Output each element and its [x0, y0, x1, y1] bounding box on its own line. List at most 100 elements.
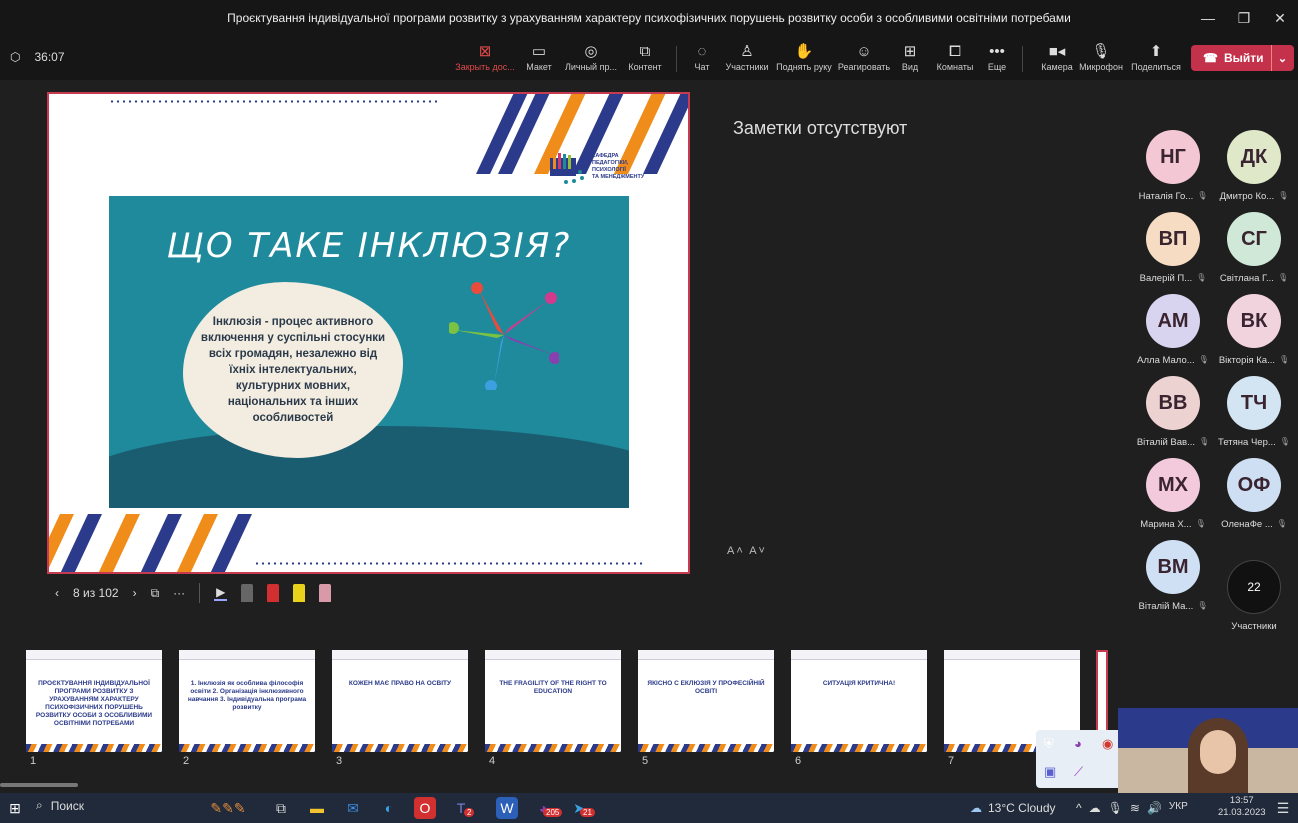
notifications-icon[interactable]: ☰ [1272, 797, 1294, 819]
share-icon: ⬆ [1149, 43, 1163, 60]
laser-pointer-icon[interactable] [241, 584, 254, 602]
smile-icon: ☺ [856, 42, 872, 60]
avatar: ВК [1227, 294, 1281, 348]
participant-tile[interactable]: ВВ Віталій Вав... 🎙 [1133, 376, 1213, 448]
minimize-button[interactable]: — [1190, 0, 1226, 36]
participant-tile[interactable]: ДК Дмитро Ко... 🎙 [1214, 130, 1294, 202]
participant-name: Тетяна Чер... [1218, 437, 1276, 448]
content-button[interactable]: ⧉ Контент [624, 40, 666, 78]
thumbnail-number: 6 [795, 755, 802, 767]
tray-popup: ⛨ ◕ ◉ ▣ ⟋ [1036, 730, 1124, 788]
rooms-button[interactable]: ⧠ Комнаты [934, 40, 976, 78]
view-button[interactable]: ⊞ Вид [897, 40, 923, 78]
layout-icon: ▭ [531, 43, 547, 60]
participants-more[interactable]: 22 Участники [1214, 560, 1294, 632]
language-indicator[interactable]: УКР [1169, 801, 1188, 815]
more-button[interactable]: ••• Еще [983, 40, 1011, 78]
mic-button[interactable]: 🎙 Микрофон [1076, 40, 1126, 78]
layout-button[interactable]: ▭ Макет [519, 40, 559, 78]
word-icon[interactable]: W [496, 797, 518, 819]
thumbnail-header [26, 650, 162, 660]
participants-more-label: Участники [1231, 621, 1277, 632]
participant-tile[interactable]: НГ Наталія Го... 🎙 [1133, 130, 1213, 202]
participant-tile[interactable]: МХ Марина Х... 🎙 [1133, 458, 1213, 530]
pen-tray-icon[interactable]: ⟋ [1074, 764, 1083, 780]
thumbnail-header [332, 650, 468, 660]
react-button[interactable]: ☺ Реагировать [836, 40, 892, 78]
wifi-icon[interactable]: ≋ [1130, 801, 1140, 815]
chat-button[interactable]: ◌ Чат [690, 40, 714, 78]
thumbnail-footer [332, 744, 468, 752]
participant-tile[interactable]: АМ Алла Мало... 🎙 [1133, 294, 1213, 366]
maximize-button[interactable]: ❐ [1226, 0, 1262, 36]
participant-tile[interactable]: ОФ ОленаФе ... 🎙 [1214, 458, 1294, 530]
prev-slide-icon[interactable]: ‹ [55, 586, 59, 600]
next-slide-icon[interactable]: › [133, 586, 137, 600]
chrome-tray-icon[interactable]: ◉ [1102, 736, 1113, 752]
participant-tile[interactable]: ВК Вікторія Ка... 🎙 [1214, 294, 1294, 366]
thumbnails-scrollbar[interactable] [0, 783, 78, 787]
task-view-icon[interactable]: ⧉ [270, 797, 292, 819]
content-icon: ⧉ [639, 42, 651, 60]
slide-thumbnail[interactable]: THE FRAGILITY OF THE RIGHT TO EDUCATION [485, 650, 621, 752]
camera-button[interactable]: ■◂ Камера [1041, 40, 1073, 78]
chevron-down-icon[interactable]: ⌄ [1271, 45, 1293, 71]
pointer-tool-icon[interactable]: ▶ [214, 585, 228, 601]
participant-name-row: Віталій Ма... 🎙 [1139, 601, 1208, 612]
red-pen-icon[interactable] [267, 584, 280, 602]
participant-name: ОленаФе ... [1221, 519, 1273, 530]
participant-tile[interactable]: ВП Валерій П... 🎙 [1133, 212, 1213, 284]
more-options-icon[interactable]: ··· [173, 586, 185, 600]
avatar: ВВ [1146, 376, 1200, 430]
taskbar-search[interactable]: ⌕ Поиск [36, 798, 84, 813]
leave-button[interactable]: ☎ Выйти ⌄ [1191, 45, 1294, 71]
slides-grid-icon[interactable]: ⧉ [151, 586, 160, 601]
participant-tile[interactable]: ВМ Віталій Ма... 🎙 [1133, 540, 1213, 612]
windows-start-icon[interactable]: ⊞ [4, 797, 26, 819]
opera-icon[interactable]: O [414, 797, 436, 819]
leave-main[interactable]: ☎ Выйти [1191, 51, 1271, 65]
stop-sharing-button[interactable]: ⊠ Закрыть дос... [452, 40, 518, 78]
avatar: МХ [1146, 458, 1200, 512]
definition-box: Інклюзія - процес активного включення у … [183, 282, 403, 458]
personal-button[interactable]: ◎ Личный пр... [560, 40, 622, 78]
toolbar-divider [1022, 46, 1023, 72]
edge-icon[interactable]: ◐ [378, 797, 400, 819]
slide-thumbnail[interactable]: 1. Інклюзія як особлива філософія освіти… [179, 650, 315, 752]
teams-tray-icon[interactable]: ▣ [1044, 764, 1056, 780]
volume-icon[interactable]: 🔊 [1147, 801, 1162, 815]
speaker-notes: Заметки отсутствуют [733, 118, 908, 138]
raise-hand-button[interactable]: ✋ Поднять руку [774, 40, 834, 78]
participant-tile[interactable]: ТЧ Тетяна Чер... 🎙 [1214, 376, 1294, 448]
shield-icon: ⬡ [10, 50, 21, 64]
participant-name: Дмитро Ко... [1219, 191, 1275, 202]
slide-thumbnail[interactable]: КОЖЕН МАЄ ПРАВО НА ОСВІТУ [332, 650, 468, 752]
slide-thumbnail[interactable]: ПРОЄКТУВАННЯ ІНДИВІДУАЛЬНОЇ ПРОГРАМИ РОЗ… [26, 650, 162, 752]
file-explorer-icon[interactable]: ▬ [306, 797, 328, 819]
clock[interactable]: 13:57 21.03.2023 [1218, 795, 1266, 819]
security-icon[interactable]: ⛨ [1044, 736, 1054, 752]
mic-tray-icon[interactable]: 🎙 [1108, 801, 1123, 815]
crayons-widget-icon[interactable]: ✎✎✎ [200, 797, 256, 819]
eraser-icon[interactable] [319, 584, 332, 602]
participants-button[interactable]: ♙ Участники [724, 40, 770, 78]
share-button[interactable]: ⬆ Поделиться [1131, 40, 1181, 78]
slide-thumbnail[interactable]: СИТУАЦІЯ КРИТИЧНА! [791, 650, 927, 752]
toolbar-divider [676, 46, 677, 72]
participant-tile[interactable]: СГ Світлана Г... 🎙 [1214, 212, 1294, 284]
weather-widget[interactable]: ☁ 13°C Cloudy [970, 801, 1056, 815]
thumbnail-footer [485, 744, 621, 752]
participant-name-row: Дмитро Ко... 🎙 [1220, 191, 1289, 202]
onedrive-icon[interactable]: ☁ [1089, 801, 1101, 815]
font-size-controls[interactable]: A˄ A˅ [727, 545, 767, 557]
viber-tray-icon[interactable]: ◕ [1074, 736, 1082, 751]
camera-icon: ■◂ [1048, 43, 1066, 60]
slide-thumbnail[interactable]: ЯКІСНО С ЕКЛЮЗІЯ У ПРОФЕСІЙНІЙ ОСВІТІ [638, 650, 774, 752]
nav-divider [199, 583, 201, 603]
close-button[interactable]: ✕ [1262, 0, 1298, 36]
mail-icon[interactable]: ✉ [342, 797, 364, 819]
thumbnail-header [638, 650, 774, 660]
participant-name-row: Валерій П... 🎙 [1140, 273, 1207, 284]
highlighter-icon[interactable] [293, 584, 306, 602]
chevron-up-icon[interactable]: ^ [1076, 801, 1082, 815]
